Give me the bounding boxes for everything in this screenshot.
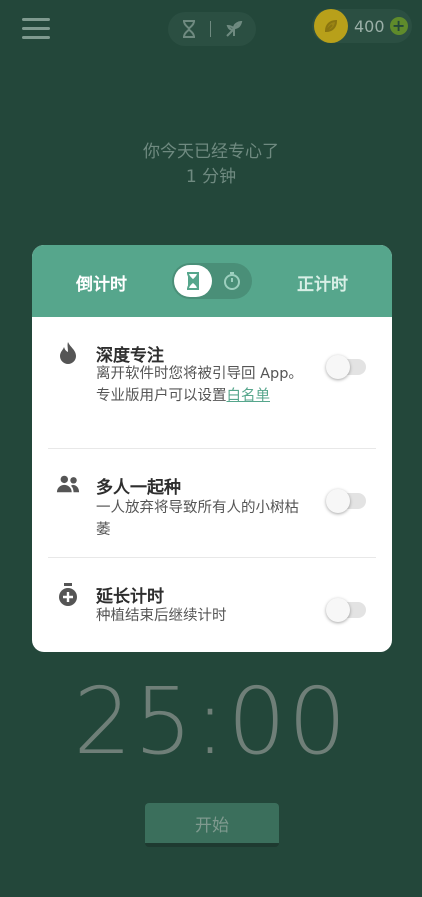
option-description: 种植结束后继续计时	[96, 608, 227, 624]
countdown-stopwatch-toggle[interactable]	[172, 263, 252, 299]
timer-display: 25:00	[73, 668, 349, 775]
option-deep-focus: 深度专注 离开软件时您将被引导回 App。 专业版用户可以设置白名单	[32, 317, 392, 447]
option-title: 延长计时	[96, 587, 164, 607]
focus-summary: 你今天已经专心了 1 分钟	[0, 140, 422, 190]
tab-countdown[interactable]: 倒计时	[76, 270, 127, 295]
menu-button[interactable]	[22, 18, 50, 40]
option-description: 离开软件时您将被引导回 App。 专业版用户可以设置白名单	[96, 366, 303, 404]
option-title: 多人一起种	[96, 478, 181, 498]
coin-amount: 400	[354, 16, 385, 36]
flame-icon	[56, 341, 80, 365]
whitelist-link[interactable]: 白名单	[227, 388, 271, 404]
option-description: 一人放弃将导致所有人的小树枯萎	[96, 500, 299, 538]
focus-line-2: 1 分钟	[185, 167, 237, 187]
menu-icon	[22, 18, 50, 21]
start-button[interactable]: 开始	[145, 803, 279, 847]
timer-mode-modal: 倒计时 正计时 深度专注 离开软件时您将被引导回 App。 专业版用户可以设置白…	[32, 245, 392, 652]
add-icon[interactable]: +	[389, 17, 408, 35]
mode-switch[interactable]	[168, 12, 256, 46]
extend-timer-switch[interactable]	[326, 598, 366, 622]
option-plant-together: 多人一起种 一人放弃将导致所有人的小树枯萎	[32, 448, 392, 558]
hourglass-icon	[187, 272, 199, 290]
option-extend-timer: 延长计时 种植结束后继续计时	[32, 557, 392, 652]
stopwatch-icon	[222, 271, 242, 291]
focus-line-1: 你今天已经专心了	[143, 142, 279, 162]
group-icon	[56, 472, 80, 496]
plant-together-switch[interactable]	[326, 489, 366, 513]
deep-focus-switch[interactable]	[326, 355, 366, 379]
tab-stopwatch[interactable]: 正计时	[297, 270, 348, 295]
coin-balance[interactable]: 400 +	[312, 9, 412, 43]
no-plant-icon	[225, 20, 242, 37]
hourglass-icon	[182, 20, 195, 38]
modal-header: 倒计时 正计时	[32, 245, 392, 317]
toggle-knob	[174, 265, 212, 297]
timer-plus-icon	[56, 583, 80, 607]
coin-icon	[314, 9, 348, 43]
